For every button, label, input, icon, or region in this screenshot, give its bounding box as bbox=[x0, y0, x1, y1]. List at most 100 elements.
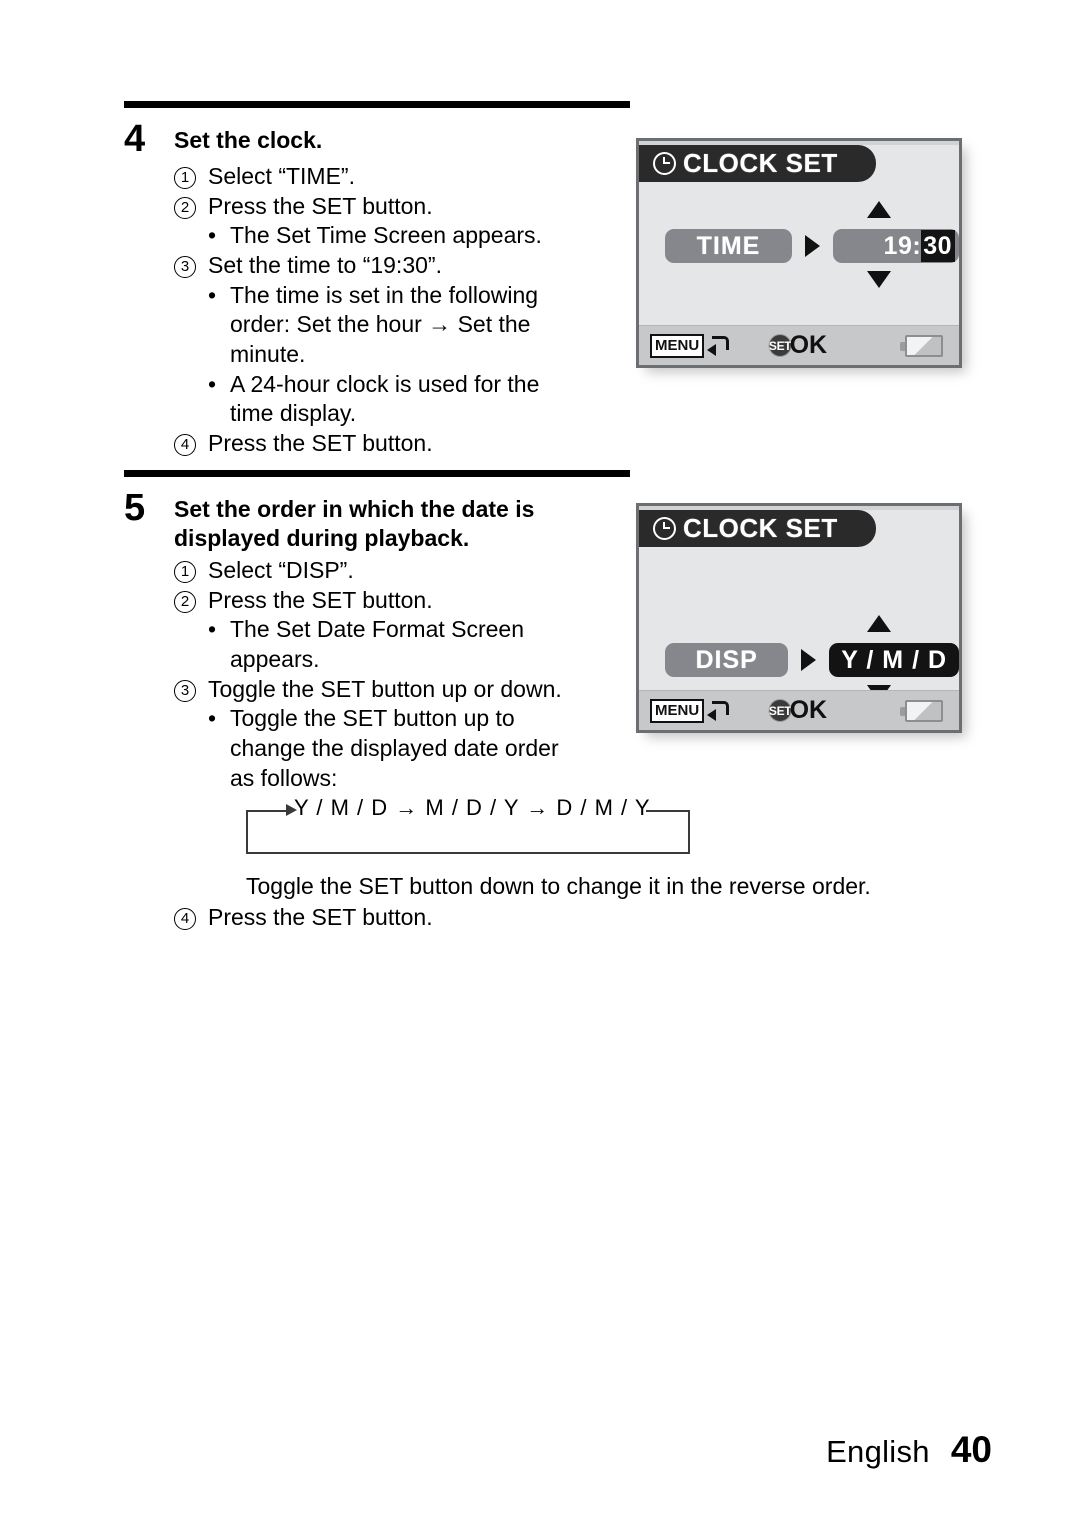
step-5-title-line: Set the order in which the date is bbox=[174, 496, 535, 522]
menu-label: MENU bbox=[650, 698, 705, 723]
time-hour: 19: bbox=[883, 231, 922, 260]
bullet-line: The time is set in the following bbox=[230, 281, 539, 308]
substep-bullet: • The time is set in the following order… bbox=[174, 281, 634, 370]
substep-label: Press the SET button. bbox=[208, 192, 433, 219]
substep-label: Press the SET button. bbox=[208, 429, 433, 456]
battery-icon bbox=[900, 334, 943, 357]
step-5-number: 5 bbox=[124, 487, 145, 529]
substep-label: Select “DISP”. bbox=[208, 557, 354, 583]
substep-label: Set the time to “19:30”. bbox=[208, 251, 442, 278]
lcd-title-bar: CLOCK SET bbox=[639, 510, 876, 547]
lcd-status-bar: MENU SET OK bbox=[639, 690, 959, 730]
substep-item: 3 Set the time to “19:30”. bbox=[174, 251, 634, 281]
ok-label: OK bbox=[789, 331, 828, 359]
bullet-label: The Set Time Screen appears. bbox=[230, 222, 542, 249]
substep-item: 2 Press the SET button. bbox=[174, 192, 634, 222]
bullet-icon: • bbox=[208, 705, 217, 732]
manual-page: 4 Set the clock. 1 Select “TIME”. 2 Pres… bbox=[0, 0, 1080, 1526]
set-ok-button[interactable]: SET OK bbox=[768, 696, 828, 725]
bullet-label: The time is set in the following order: … bbox=[230, 281, 634, 370]
bullet-line: order: Set the hour → Set the bbox=[230, 311, 531, 338]
date-format-value-pill[interactable]: Y / M / D bbox=[829, 643, 959, 677]
step-5-title: Set the order in which the date is displ… bbox=[174, 495, 604, 554]
triangle-right-icon bbox=[801, 649, 817, 671]
substep-marker: 2 bbox=[174, 192, 208, 222]
return-arrow-icon bbox=[707, 335, 730, 357]
footer-language: English bbox=[826, 1434, 930, 1469]
time-setting-row: TIME 19:30 bbox=[639, 229, 959, 263]
step-5-title-line: displayed during playback. bbox=[174, 525, 470, 552]
menu-label: MENU bbox=[650, 333, 705, 358]
return-arrow-icon bbox=[707, 700, 730, 722]
substep-marker: 4 bbox=[174, 903, 208, 933]
menu-button[interactable]: MENU bbox=[650, 333, 730, 358]
substep-item: 2 Press the SET button. bbox=[174, 586, 644, 616]
lcd-title-label: CLOCK SET bbox=[683, 148, 838, 178]
bullet-icon: • bbox=[208, 281, 217, 308]
step-5-substeps: 1 Select “DISP”. 2 Press the SET button.… bbox=[174, 556, 644, 793]
step-5-divider bbox=[124, 470, 630, 477]
bullet-line: minute. bbox=[230, 340, 306, 367]
arrow-up-icon[interactable] bbox=[867, 615, 891, 632]
bullet-label: The Set Date Format Screen appears. bbox=[230, 615, 644, 674]
substep-label: Select “TIME”. bbox=[208, 163, 355, 189]
bullet-label: A 24-hour clock is used for the time dis… bbox=[230, 370, 634, 429]
time-label-pill[interactable]: TIME bbox=[665, 229, 792, 263]
lcd-body: TIME 19:30 bbox=[639, 182, 959, 325]
time-minute-selected: 30 bbox=[921, 229, 955, 262]
bullet-icon: • bbox=[208, 222, 217, 249]
lcd-status-bar: MENU SET OK bbox=[639, 325, 959, 365]
set-date-format-screen: CLOCK SET DISP Y / M / D MENU SET OK bbox=[636, 503, 966, 737]
bullet-line: as follows: bbox=[230, 764, 338, 791]
arrow-down-icon[interactable] bbox=[867, 271, 891, 288]
page-footer: English 40 bbox=[826, 1429, 992, 1471]
bullet-label: Toggle the SET button up to change the d… bbox=[230, 704, 644, 793]
substep-bullet: • The Set Date Format Screen appears. bbox=[174, 615, 644, 674]
substep-label: Press the SET button. bbox=[208, 904, 433, 930]
substep-marker: 1 bbox=[174, 556, 208, 586]
step-4-title: Set the clock. bbox=[174, 127, 323, 153]
bullet-line: The Set Date Format Screen bbox=[230, 616, 525, 643]
set-time-screen: CLOCK SET TIME 19:30 MENU SET OK bbox=[636, 138, 966, 372]
substep-item: 4 Press the SET button. bbox=[174, 429, 634, 459]
substep-bullet: • Toggle the SET button up to change the… bbox=[174, 704, 644, 793]
set-badge-icon: SET bbox=[768, 334, 792, 357]
substep-bullet: • A 24-hour clock is used for the time d… bbox=[174, 370, 634, 429]
menu-button[interactable]: MENU bbox=[650, 698, 730, 723]
bullet-line: change the displayed date order bbox=[230, 734, 559, 761]
bullet-line: A 24-hour clock is used for the bbox=[230, 370, 540, 397]
substep-bullet: • The Set Time Screen appears. bbox=[174, 221, 634, 251]
substep-marker: 3 bbox=[174, 251, 208, 281]
battery-icon bbox=[900, 699, 943, 722]
date-format-row: DISP Y / M / D bbox=[639, 643, 959, 677]
lcd-body: DISP Y / M / D bbox=[639, 547, 959, 702]
lcd-title-bar: CLOCK SET bbox=[639, 145, 876, 182]
time-value-pill[interactable]: 19:30 bbox=[832, 229, 959, 263]
substep-item: 1 Select “DISP”. bbox=[174, 556, 644, 586]
substep-label: Press the SET button. bbox=[208, 586, 433, 613]
substep-item: 3 Toggle the SET button up or down. bbox=[174, 675, 644, 705]
clock-icon bbox=[653, 517, 676, 540]
step-4-number: 4 bbox=[124, 118, 145, 160]
substep-marker: 3 bbox=[174, 675, 208, 705]
substep-marker: 1 bbox=[174, 162, 208, 192]
set-badge-icon: SET bbox=[768, 699, 792, 722]
bullet-icon: • bbox=[208, 616, 217, 643]
substep-label: Toggle the SET button up or down. bbox=[208, 675, 562, 702]
bullet-line: Toggle the SET button up to bbox=[230, 705, 515, 732]
ok-label: OK bbox=[789, 696, 828, 724]
cycle-loop-path bbox=[246, 810, 690, 854]
bullet-line: appears. bbox=[230, 645, 320, 672]
lcd-frame: CLOCK SET DISP Y / M / D MENU SET OK bbox=[636, 503, 962, 733]
bullet-line: time display. bbox=[230, 400, 357, 427]
step-5-reverse-note: Toggle the SET button down to change it … bbox=[246, 873, 871, 899]
disp-label-pill[interactable]: DISP bbox=[665, 643, 789, 677]
step-4-substeps: 1 Select “TIME”. 2 Press the SET button.… bbox=[174, 162, 634, 459]
step-4-divider bbox=[124, 101, 630, 108]
arrow-up-icon[interactable] bbox=[867, 201, 891, 218]
lcd-frame: CLOCK SET TIME 19:30 MENU SET OK bbox=[636, 138, 962, 368]
triangle-right-icon bbox=[804, 235, 820, 257]
substep-marker: 4 bbox=[174, 429, 208, 459]
clock-icon bbox=[653, 152, 676, 175]
set-ok-button[interactable]: SET OK bbox=[768, 331, 828, 360]
